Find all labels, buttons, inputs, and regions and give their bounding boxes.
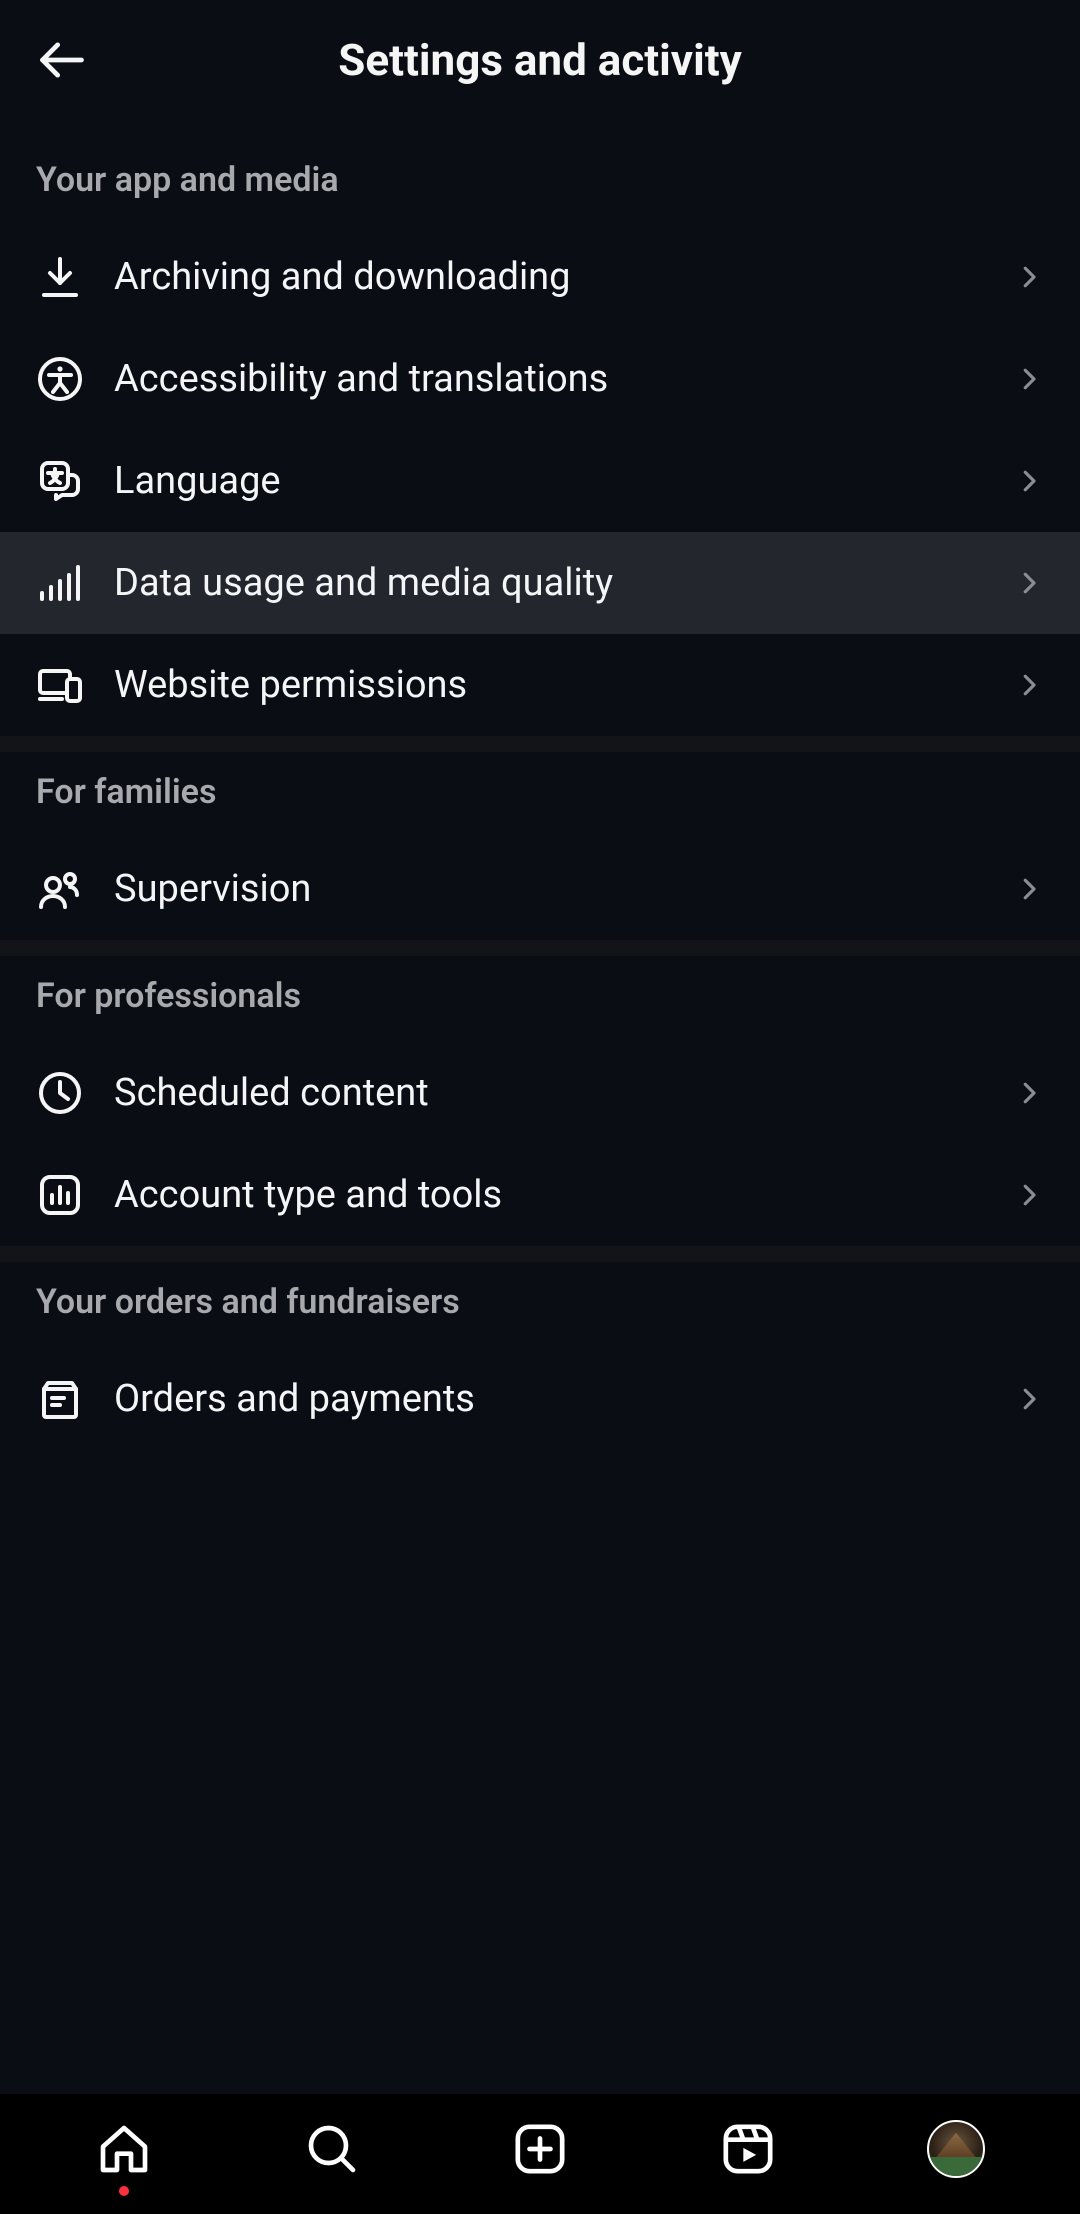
row-label: Language bbox=[114, 459, 1014, 503]
search-icon bbox=[304, 2121, 360, 2177]
settings-row-account-type-and-tools[interactable]: Account type and tools bbox=[0, 1144, 1080, 1246]
section-header: For professionals bbox=[0, 956, 1080, 1042]
devices-icon bbox=[36, 661, 84, 709]
chevron-right-icon bbox=[1014, 874, 1044, 904]
chevron-right-icon bbox=[1014, 568, 1044, 598]
settings-row-archiving-and-downloading[interactable]: Archiving and downloading bbox=[0, 226, 1080, 328]
nav-search[interactable] bbox=[297, 2114, 367, 2184]
row-label: Orders and payments bbox=[114, 1377, 1014, 1421]
section-header: Your orders and fundraisers bbox=[0, 1262, 1080, 1348]
row-label: Data usage and media quality bbox=[114, 561, 1014, 605]
page-title: Settings and activity bbox=[32, 34, 1048, 86]
plus-square-icon bbox=[512, 2121, 568, 2177]
section-separator bbox=[0, 940, 1080, 956]
row-label: Archiving and downloading bbox=[114, 255, 1014, 299]
row-label: Accessibility and translations bbox=[114, 357, 1014, 401]
nav-home[interactable] bbox=[89, 2114, 159, 2184]
settings-row-orders-and-payments[interactable]: Orders and payments bbox=[0, 1348, 1080, 1450]
people-icon bbox=[36, 865, 84, 913]
row-label: Account type and tools bbox=[114, 1173, 1014, 1217]
language-icon bbox=[36, 457, 84, 505]
row-label: Supervision bbox=[114, 867, 1014, 911]
nav-reels[interactable] bbox=[713, 2114, 783, 2184]
settings-row-data-usage-and-media-quality[interactable]: Data usage and media quality bbox=[0, 532, 1080, 634]
accessibility-icon bbox=[36, 355, 84, 403]
row-label: Scheduled content bbox=[114, 1071, 1014, 1115]
section-separator bbox=[0, 736, 1080, 752]
chevron-right-icon bbox=[1014, 670, 1044, 700]
settings-row-accessibility-and-translations[interactable]: Accessibility and translations bbox=[0, 328, 1080, 430]
avatar bbox=[927, 2120, 985, 2178]
home-icon bbox=[96, 2121, 152, 2177]
bottom-nav bbox=[0, 2094, 1080, 2214]
download-icon bbox=[36, 253, 84, 301]
orders-icon bbox=[36, 1375, 84, 1423]
settings-row-language[interactable]: Language bbox=[0, 430, 1080, 532]
chevron-right-icon bbox=[1014, 1078, 1044, 1108]
nav-create[interactable] bbox=[505, 2114, 575, 2184]
reels-icon bbox=[720, 2121, 776, 2177]
section-header: Your app and media bbox=[0, 140, 1080, 226]
section-separator bbox=[0, 1246, 1080, 1262]
chevron-right-icon bbox=[1014, 466, 1044, 496]
section-header: For families bbox=[0, 752, 1080, 838]
nav-profile[interactable] bbox=[921, 2114, 991, 2184]
chevron-right-icon bbox=[1014, 262, 1044, 292]
nav-home-dot bbox=[119, 2186, 129, 2196]
settings-row-website-permissions[interactable]: Website permissions bbox=[0, 634, 1080, 736]
insights-icon bbox=[36, 1171, 84, 1219]
chevron-right-icon bbox=[1014, 1384, 1044, 1414]
chevron-right-icon bbox=[1014, 364, 1044, 394]
settings-row-supervision[interactable]: Supervision bbox=[0, 838, 1080, 940]
row-label: Website permissions bbox=[114, 663, 1014, 707]
settings-row-scheduled-content[interactable]: Scheduled content bbox=[0, 1042, 1080, 1144]
clock-icon bbox=[36, 1069, 84, 1117]
chevron-right-icon bbox=[1014, 1180, 1044, 1210]
bars-icon bbox=[36, 559, 84, 607]
